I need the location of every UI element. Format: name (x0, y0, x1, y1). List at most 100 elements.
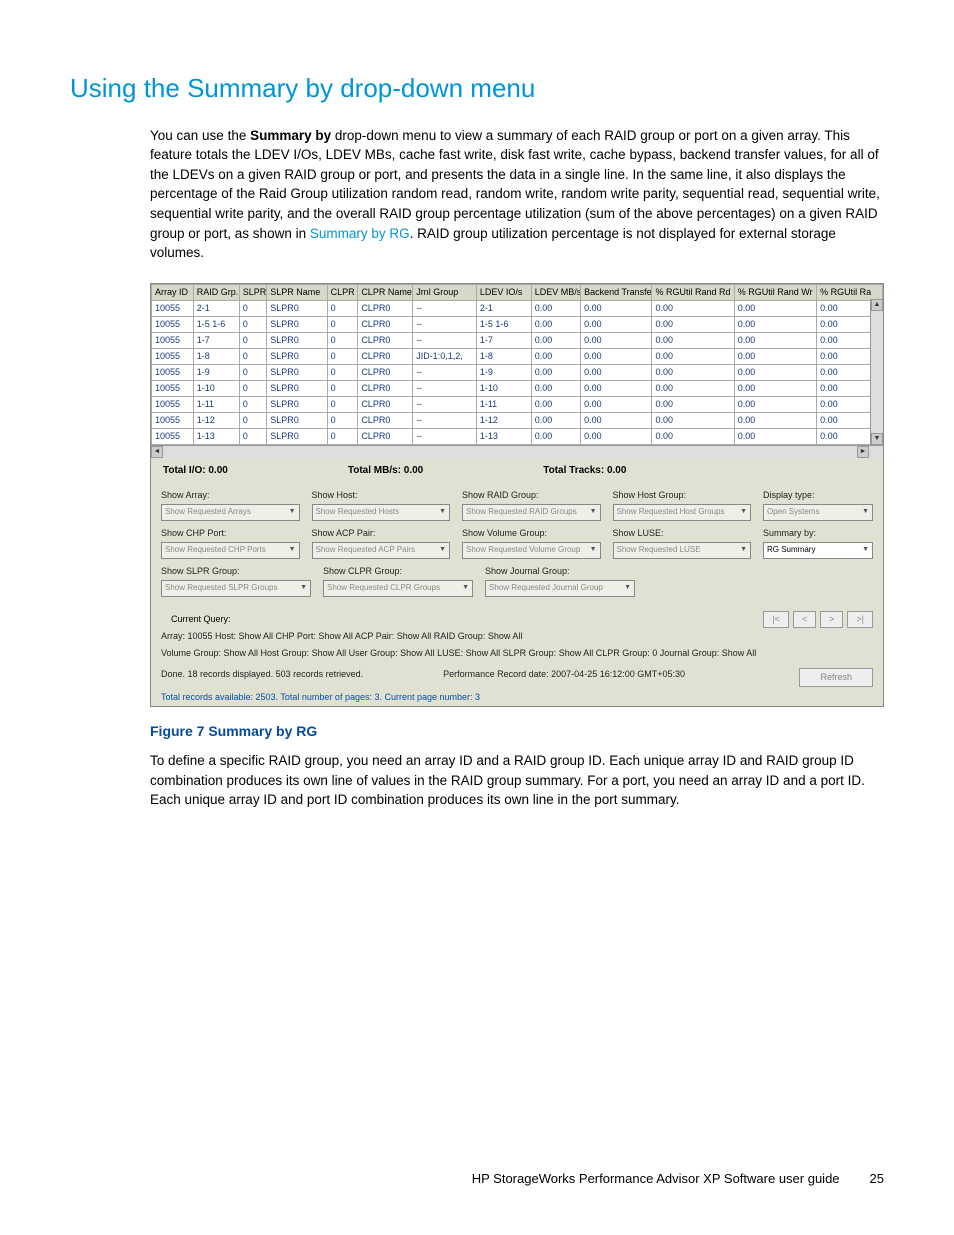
page-next-button[interactable]: > (820, 611, 843, 628)
done-row: Done. 18 records displayed. 503 records … (151, 666, 883, 691)
filter-value: Show Requested Hosts (316, 506, 400, 518)
summary-by-rg-link[interactable]: Summary by RG (310, 226, 410, 241)
filter-value: Show Requested CLPR Groups (327, 582, 440, 594)
grid-cell: 1-10 (476, 380, 531, 396)
scroll-left-icon[interactable]: ◄ (151, 446, 163, 458)
grid-cell: 0.00 (581, 316, 652, 332)
filter-label: Show CHP Port: (161, 527, 300, 540)
current-query-label: Current Query: (161, 611, 241, 628)
summary-by-select[interactable]: RG Summary ▼ (763, 542, 873, 559)
page-last-button[interactable]: >| (847, 611, 873, 628)
grid-cell: 0 (239, 429, 266, 445)
grid-header[interactable]: % RGUtil Rand Rd (652, 284, 734, 300)
filter-select[interactable]: Show Requested Host Groups▼ (613, 504, 752, 521)
grid-cell: 10055 (152, 316, 194, 332)
display-type-col: Display type: Open Systems ▼ (763, 489, 873, 521)
table-row[interactable]: 100551-110SLPR00CLPR0--1-110.000.000.000… (152, 396, 883, 412)
chevron-down-icon: ▼ (300, 583, 307, 593)
filter-select[interactable]: Show Requested Journal Group▼ (485, 580, 635, 597)
filter-col: Show CLPR Group:Show Requested CLPR Grou… (323, 565, 473, 597)
filter-select[interactable]: Show Requested CLPR Groups ▼ (323, 580, 473, 597)
grid-cell: 0.00 (652, 380, 734, 396)
table-row[interactable]: 100551-90SLPR00CLPR0--1-90.000.000.000.0… (152, 364, 883, 380)
grid-cell: 0 (239, 364, 266, 380)
total-tracks: Total Tracks: 0.00 (543, 464, 626, 479)
grid-cell: 0 (239, 300, 266, 316)
grid-cell: 0.00 (581, 332, 652, 348)
perf-record-date: Performance Record date: 2007-04-25 16:1… (433, 668, 695, 687)
filter-label: Show Journal Group: (485, 565, 635, 578)
grid-cell: 0.00 (652, 300, 734, 316)
done-status: Done. 18 records displayed. 503 records … (161, 668, 373, 687)
filter-row-1: Show Array:Show Requested Arrays▼Show Ho… (161, 489, 873, 521)
filter-select[interactable]: Show Requested SLPR Groups▼ (161, 580, 311, 597)
grid-cell: 10055 (152, 396, 194, 412)
p1-prefix: You can use the (150, 128, 250, 143)
filter-select[interactable]: Show Requested Volume Group▼ (462, 542, 601, 559)
grid-cell: 0.00 (734, 413, 816, 429)
table-row[interactable]: 100551-100SLPR00CLPR0--1-100.000.000.000… (152, 380, 883, 396)
table-row[interactable]: 100551-80SLPR00CLPR0JID-1:0,1,2,1-80.000… (152, 348, 883, 364)
grid-cell: 1-11 (476, 396, 531, 412)
table-row[interactable]: 100552-10SLPR00CLPR0--2-10.000.000.000.0… (152, 300, 883, 316)
grid-header[interactable]: Backend Transfer (581, 284, 652, 300)
grid-header[interactable]: % RGUtil Rand Wr (734, 284, 816, 300)
table-row[interactable]: 100551-120SLPR00CLPR0--1-120.000.000.000… (152, 413, 883, 429)
display-type-value: Open Systems (767, 506, 819, 518)
grid-cell: 0.00 (531, 316, 580, 332)
filter-select[interactable]: Show Requested Hosts▼ (312, 504, 451, 521)
grid-cell: 0.00 (581, 348, 652, 364)
grid-cell: 0.00 (734, 348, 816, 364)
horizontal-scrollbar[interactable]: ◄ ► (151, 445, 883, 458)
table-row[interactable]: 100551-70SLPR00CLPR0--1-70.000.000.000.0… (152, 332, 883, 348)
paragraph-2: To define a specific RAID group, you nee… (150, 751, 884, 810)
grid-header[interactable]: Array ID (152, 284, 194, 300)
filter-select[interactable]: Show Requested LUSE▼ (613, 542, 752, 559)
chevron-down-icon: ▼ (462, 583, 469, 593)
grid-header[interactable]: CLPR Name (358, 284, 413, 300)
grid-cell: -- (413, 413, 477, 429)
grid-header[interactable]: LDEV MB/s (531, 284, 580, 300)
data-grid-wrap: Array IDRAID Grp.SLPRSLPR NameCLPRCLPR N… (151, 284, 883, 445)
page-prev-button[interactable]: < (793, 611, 816, 628)
filter-col: Show ACP Pair:Show Requested ACP Pairs▼ (312, 527, 451, 559)
grid-cell: JID-1:0,1,2, (413, 348, 477, 364)
grid-cell: 0 (239, 348, 266, 364)
display-type-select[interactable]: Open Systems ▼ (763, 504, 873, 521)
scroll-up-icon[interactable]: ▲ (871, 299, 883, 311)
grid-cell: 10055 (152, 429, 194, 445)
query-line-2-row: Volume Group: Show All Host Group: Show … (151, 645, 883, 666)
grid-cell: 0 (327, 300, 358, 316)
grid-header[interactable]: RAID Grp. (193, 284, 239, 300)
grid-cell: 0.00 (652, 364, 734, 380)
grid-header[interactable]: CLPR (327, 284, 358, 300)
grid-cell: 0 (239, 396, 266, 412)
scroll-right-icon[interactable]: ► (857, 446, 869, 458)
filter-select[interactable]: Show Requested CHP Ports▼ (161, 542, 300, 559)
filter-select[interactable]: Show Requested RAID Groups▼ (462, 504, 601, 521)
query-line-1: Array: 10055 Host: Show All CHP Port: Sh… (151, 630, 883, 645)
grid-cell: -- (413, 364, 477, 380)
footer-page-number: 25 (870, 1170, 884, 1189)
grid-header[interactable]: SLPR Name (267, 284, 327, 300)
table-row[interactable]: 100551-5 1-60SLPR00CLPR0--1-5 1-60.000.0… (152, 316, 883, 332)
scroll-down-icon[interactable]: ▼ (871, 433, 883, 445)
filter-select[interactable]: Show Requested Arrays▼ (161, 504, 300, 521)
page-first-button[interactable]: |< (763, 611, 789, 628)
vertical-scrollbar[interactable]: ▲ ▼ (870, 299, 883, 445)
filter-select[interactable]: Show Requested ACP Pairs▼ (312, 542, 451, 559)
grid-cell: 1-12 (193, 413, 239, 429)
footer-title: HP StorageWorks Performance Advisor XP S… (472, 1170, 840, 1189)
table-row[interactable]: 100551-130SLPR00CLPR0--1-130.000.000.000… (152, 429, 883, 445)
grid-header[interactable]: SLPR (239, 284, 266, 300)
grid-cell: 0.00 (652, 348, 734, 364)
grid-cell: -- (413, 380, 477, 396)
total-mb: Total MB/s: 0.00 (348, 464, 423, 479)
grid-header[interactable]: Jrnl Group (413, 284, 477, 300)
grid-header[interactable]: LDEV IO/s (476, 284, 531, 300)
refresh-button[interactable]: Refresh (799, 668, 873, 687)
grid-cell: 0.00 (734, 364, 816, 380)
filter-value: Show Requested Host Groups (617, 506, 725, 518)
grid-cell: 0.00 (531, 396, 580, 412)
filter-col: Show RAID Group:Show Requested RAID Grou… (462, 489, 601, 521)
